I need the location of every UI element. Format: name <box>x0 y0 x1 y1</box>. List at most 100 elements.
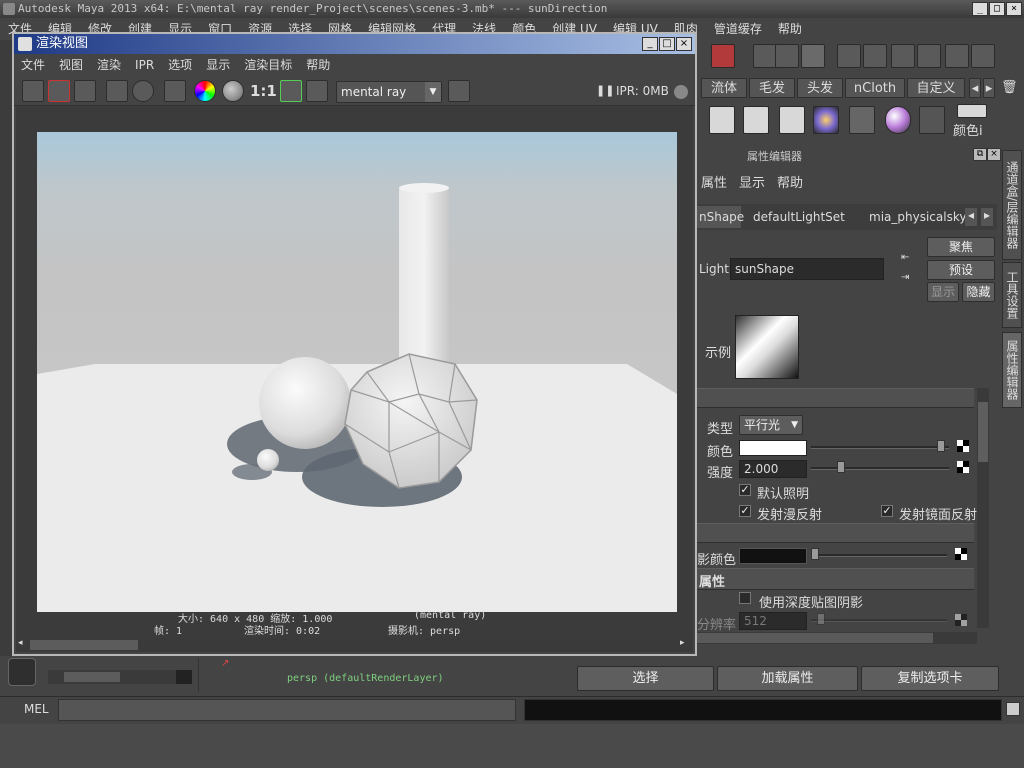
resolution-slider[interactable] <box>811 619 947 622</box>
rv-scroll-thumb[interactable] <box>30 640 138 650</box>
paint-brush-icon[interactable] <box>919 106 945 134</box>
intensity-map-button[interactable] <box>957 461 969 473</box>
float-panel-button[interactable]: ⧉ <box>973 148 987 161</box>
tabs-scroll-left-icon[interactable]: ◂ <box>965 208 977 226</box>
menu-help[interactable]: 帮助 <box>770 18 810 40</box>
real-size-button[interactable]: 1:1 <box>250 82 277 100</box>
type-dropdown[interactable]: 平行光 ▼ <box>739 415 803 435</box>
hide-button[interactable]: 隐藏 <box>962 282 995 302</box>
batch-render-icon[interactable] <box>917 44 941 68</box>
color-swatch[interactable] <box>739 440 807 456</box>
close-panel-button[interactable]: × <box>987 148 1001 161</box>
side-tab-attribute-editor[interactable]: 属性编辑器 <box>1002 332 1022 408</box>
rv-maximize-button[interactable]: □ <box>659 37 675 51</box>
copy-tab-button[interactable]: 复制选项卡 <box>861 666 999 691</box>
maya-swirl-icon[interactable] <box>8 658 36 686</box>
emit-specular-checkbox[interactable]: ✓ <box>881 505 893 517</box>
rv-minimize-button[interactable]: _ <box>642 37 658 51</box>
render-diagnostics-icon[interactable] <box>448 80 470 102</box>
ae-menu-help[interactable]: 帮助 <box>777 172 803 191</box>
rv-menu-render[interactable]: 渲染 <box>90 54 128 76</box>
render-region-icon[interactable] <box>48 80 70 102</box>
rv-close-button[interactable]: × <box>676 37 692 51</box>
pause-icon[interactable]: ❚❚ <box>596 84 614 97</box>
show-button[interactable]: 显示 <box>927 282 959 302</box>
channel-box-icon[interactable] <box>945 44 969 68</box>
side-tab-channel-box[interactable]: 通道盒/层编辑器 <box>1002 150 1022 260</box>
emit-diffuse-checkbox[interactable]: ✓ <box>739 505 751 517</box>
rv-menu-display[interactable]: 显示 <box>199 54 237 76</box>
tab-sunshape[interactable]: nShape <box>697 206 744 228</box>
focus-button[interactable]: 聚焦 <box>927 237 995 257</box>
light-shelf-icon[interactable] <box>849 106 875 134</box>
use-depth-map-checkbox[interactable] <box>739 592 751 604</box>
color-shelf-icon[interactable] <box>957 104 987 118</box>
refresh-ipr-icon[interactable] <box>132 80 154 102</box>
rv-menu-options[interactable]: 选项 <box>161 54 199 76</box>
tab-default-light-set[interactable]: defaultLightSet <box>753 210 845 224</box>
render-settings-icon[interactable] <box>801 44 825 68</box>
material-sphere-icon[interactable] <box>813 106 839 134</box>
command-input[interactable] <box>58 699 516 721</box>
keep-image-icon[interactable] <box>280 80 302 102</box>
input-connection-icon[interactable]: ⇤ <box>901 252 909 263</box>
render-view-title-bar[interactable]: 渲染视图 _ □ × <box>14 34 695 54</box>
resolution-map-button[interactable] <box>955 614 967 626</box>
ae-scroll-thumb[interactable] <box>978 402 988 462</box>
resolution-slider-knob[interactable] <box>817 613 825 625</box>
rv-menu-file[interactable]: 文件 <box>14 54 52 76</box>
output-connection-icon[interactable]: ⇥ <box>901 272 909 283</box>
render-settings-shelf-icon[interactable] <box>779 106 805 134</box>
menu-pipeline-cache[interactable]: 管道缓存 <box>706 18 770 40</box>
alpha-channel-icon[interactable] <box>222 80 244 102</box>
shadow-color-slider-knob[interactable] <box>811 548 819 560</box>
trash-icon[interactable]: 🗑 <box>1001 78 1018 98</box>
shelf-tab-custom[interactable]: 自定义 <box>907 78 965 98</box>
rv-menu-ipr[interactable]: IPR <box>128 54 161 76</box>
shader-ball-icon[interactable] <box>885 106 911 134</box>
ae-scrollbar[interactable] <box>977 388 989 628</box>
maximize-button[interactable]: □ <box>989 2 1005 16</box>
close-button[interactable]: × <box>1006 2 1022 16</box>
shadow-color-slider[interactable] <box>811 554 947 557</box>
render-view-icon[interactable] <box>891 44 915 68</box>
light-attributes-section[interactable] <box>697 388 974 408</box>
rgb-channels-icon[interactable] <box>194 80 216 102</box>
side-tab-tool-settings[interactable]: 工具设置 <box>1002 262 1022 328</box>
renderer-dropdown[interactable]: mental ray ▼ <box>336 81 442 103</box>
ipr-render-icon[interactable] <box>775 44 799 68</box>
redo-render-icon[interactable] <box>22 80 44 102</box>
rv-menu-view[interactable]: 视图 <box>52 54 90 76</box>
shelf-tab-fur[interactable]: 毛发 <box>749 78 795 98</box>
shelf-tab-fluids[interactable]: 流体 <box>701 78 747 98</box>
default-lighting-checkbox[interactable]: ✓ <box>739 484 751 496</box>
shelf-scroll-right-icon[interactable]: ▸ <box>983 78 995 98</box>
scroll-left-icon[interactable]: ◂ <box>18 638 23 648</box>
light-name-field[interactable]: sunShape <box>730 258 884 280</box>
tab-mia-physicalsky[interactable]: mia_physicalsky1 <box>869 210 974 224</box>
layer-scrollbar[interactable] <box>48 670 178 684</box>
render-settings-icon[interactable] <box>164 80 186 102</box>
color-slider[interactable] <box>811 446 949 449</box>
intensity-slider-knob[interactable] <box>837 461 846 473</box>
shelf-tab-hair[interactable]: 头发 <box>797 78 843 98</box>
mel-label[interactable]: MEL <box>24 702 49 716</box>
render-view-canvas[interactable]: 大小: 640 x 480 缩放: 1.000 (mental ray) 帧: … <box>16 106 693 640</box>
color-slider-knob[interactable] <box>937 440 945 452</box>
ae-menu-display[interactable]: 显示 <box>739 172 765 191</box>
shelf-tab-ncloth[interactable]: nCloth <box>845 78 905 98</box>
shadows-section[interactable] <box>697 523 974 543</box>
magnet-icon[interactable] <box>711 44 735 68</box>
rv-menu-help[interactable]: 帮助 <box>299 54 337 76</box>
shadow-color-swatch[interactable] <box>739 548 807 564</box>
ae-menu-attributes[interactable]: 属性 <box>701 172 727 191</box>
intensity-field[interactable]: 2.000 <box>739 460 807 478</box>
resolution-field[interactable]: 512 <box>739 612 807 630</box>
ipr-render-icon[interactable] <box>106 80 128 102</box>
viewport-strip[interactable]: ↗ persp (defaultRenderLayer) <box>198 658 566 692</box>
intensity-slider[interactable] <box>811 467 949 470</box>
clapper-icon[interactable] <box>837 44 861 68</box>
minimize-button[interactable]: _ <box>972 2 988 16</box>
ae-horizontal-scrollbar[interactable] <box>697 632 977 644</box>
tool-settings-icon[interactable] <box>971 44 995 68</box>
